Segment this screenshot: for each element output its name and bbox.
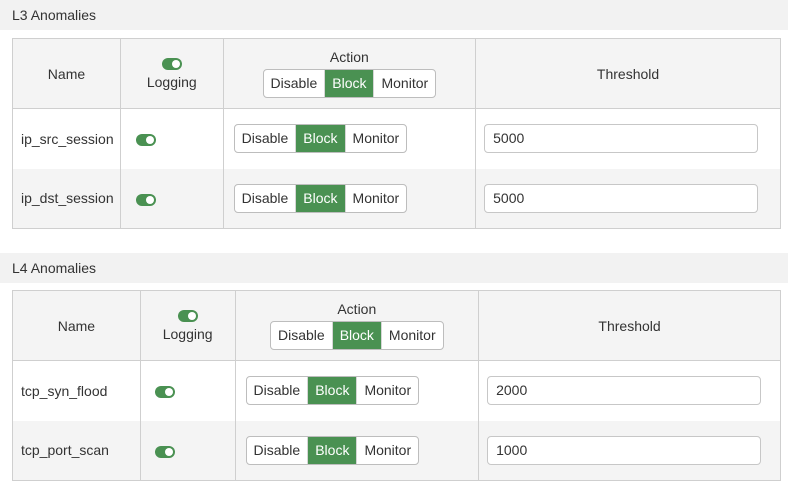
threshold-input[interactable]: 2000 <box>487 376 762 406</box>
disable-option[interactable]: Disable <box>247 377 309 405</box>
monitor-option[interactable]: Monitor <box>346 125 407 152</box>
toggle-on-icon[interactable] <box>135 193 156 206</box>
l3-anomalies-table: Name Logging Action Disable Block Monito… <box>12 38 781 229</box>
threshold-cell: 2000 <box>479 361 781 421</box>
block-option[interactable]: Block <box>296 184 346 212</box>
disable-option[interactable]: Disable <box>271 322 333 349</box>
bulk-action-segmented-control: Disable Block Monitor <box>262 69 437 98</box>
threshold-cell: 1000 <box>479 421 781 481</box>
block-option[interactable]: Block <box>308 436 358 464</box>
logging-cell <box>140 420 236 481</box>
action-column-header: Action Disable Block Monitor <box>235 290 480 361</box>
block-option[interactable]: Block <box>325 70 375 97</box>
logging-cell <box>120 108 224 169</box>
table-header-row: Name Logging Action Disable Block Monito… <box>12 38 781 109</box>
logging-header-label: Logging <box>146 73 197 90</box>
name-column-header[interactable]: Name <box>12 38 121 109</box>
toggle-on-icon[interactable] <box>177 309 198 322</box>
l4-anomalies-table: Name Logging Action Disable Block Monito… <box>12 290 781 481</box>
threshold-column-header: Threshold <box>598 317 661 334</box>
disable-option[interactable]: Disable <box>235 125 297 153</box>
action-column-header: Action Disable Block Monitor <box>223 38 477 109</box>
block-option[interactable]: Block <box>296 125 346 153</box>
table-row: tcp_port_scan Disable Block Monitor 1000 <box>12 420 781 481</box>
action-segmented-control: Disable Block Monitor <box>245 435 420 465</box>
logging-header-label: Logging <box>162 325 213 342</box>
bulk-action-segmented-control: Disable Block Monitor <box>269 321 444 350</box>
monitor-option[interactable]: Monitor <box>374 70 435 97</box>
threshold-cell: 5000 <box>476 109 781 169</box>
logging-column-header: Logging <box>140 290 236 361</box>
anomaly-name: tcp_syn_flood <box>12 360 141 421</box>
disable-option[interactable]: Disable <box>235 184 297 212</box>
action-segmented-control: Disable Block Monitor <box>233 183 408 213</box>
action-segmented-control: Disable Block Monitor <box>245 376 420 406</box>
logging-cell <box>140 360 236 421</box>
toggle-on-icon[interactable] <box>154 445 175 458</box>
monitor-option[interactable]: Monitor <box>346 185 407 212</box>
table-row: ip_dst_session Disable Block Monitor 500… <box>12 168 781 229</box>
block-option[interactable]: Block <box>332 322 382 349</box>
toggle-on-icon[interactable] <box>154 386 175 399</box>
disable-option[interactable]: Disable <box>264 70 326 97</box>
action-header-label: Action <box>329 49 369 65</box>
block-option[interactable]: Block <box>308 377 358 405</box>
action-cell: Disable Block Monitor <box>235 360 480 421</box>
threshold-cell: 5000 <box>476 169 781 229</box>
monitor-option[interactable]: Monitor <box>357 377 418 404</box>
table-row: ip_src_session Disable Block Monitor 500… <box>12 108 781 169</box>
threshold-input[interactable]: 5000 <box>484 183 759 213</box>
toggle-on-icon[interactable] <box>135 134 156 147</box>
monitor-option[interactable]: Monitor <box>382 322 443 349</box>
toggle-on-icon[interactable] <box>161 57 182 70</box>
threshold-input[interactable]: 1000 <box>487 435 762 465</box>
table-header-row: Name Logging Action Disable Block Monito… <box>12 290 781 361</box>
action-cell: Disable Block Monitor <box>223 168 477 229</box>
table-row: tcp_syn_flood Disable Block Monitor 2000 <box>12 360 781 421</box>
anomaly-name: tcp_port_scan <box>12 420 141 481</box>
monitor-option[interactable]: Monitor <box>357 437 418 464</box>
l4-section-title: L4 Anomalies <box>0 253 788 283</box>
name-column-header[interactable]: Name <box>12 290 141 361</box>
action-segmented-control: Disable Block Monitor <box>233 124 408 154</box>
anomaly-name: ip_dst_session <box>12 168 121 229</box>
anomaly-name: ip_src_session <box>12 108 121 169</box>
action-cell: Disable Block Monitor <box>223 108 477 169</box>
logging-cell <box>120 168 224 229</box>
threshold-column-header: Threshold <box>596 65 660 82</box>
action-cell: Disable Block Monitor <box>235 420 480 481</box>
threshold-input[interactable]: 5000 <box>484 124 759 154</box>
action-header-label: Action <box>337 301 377 317</box>
disable-option[interactable]: Disable <box>247 436 309 464</box>
logging-column-header: Logging <box>120 38 224 109</box>
l3-section-title: L3 Anomalies <box>0 0 788 30</box>
